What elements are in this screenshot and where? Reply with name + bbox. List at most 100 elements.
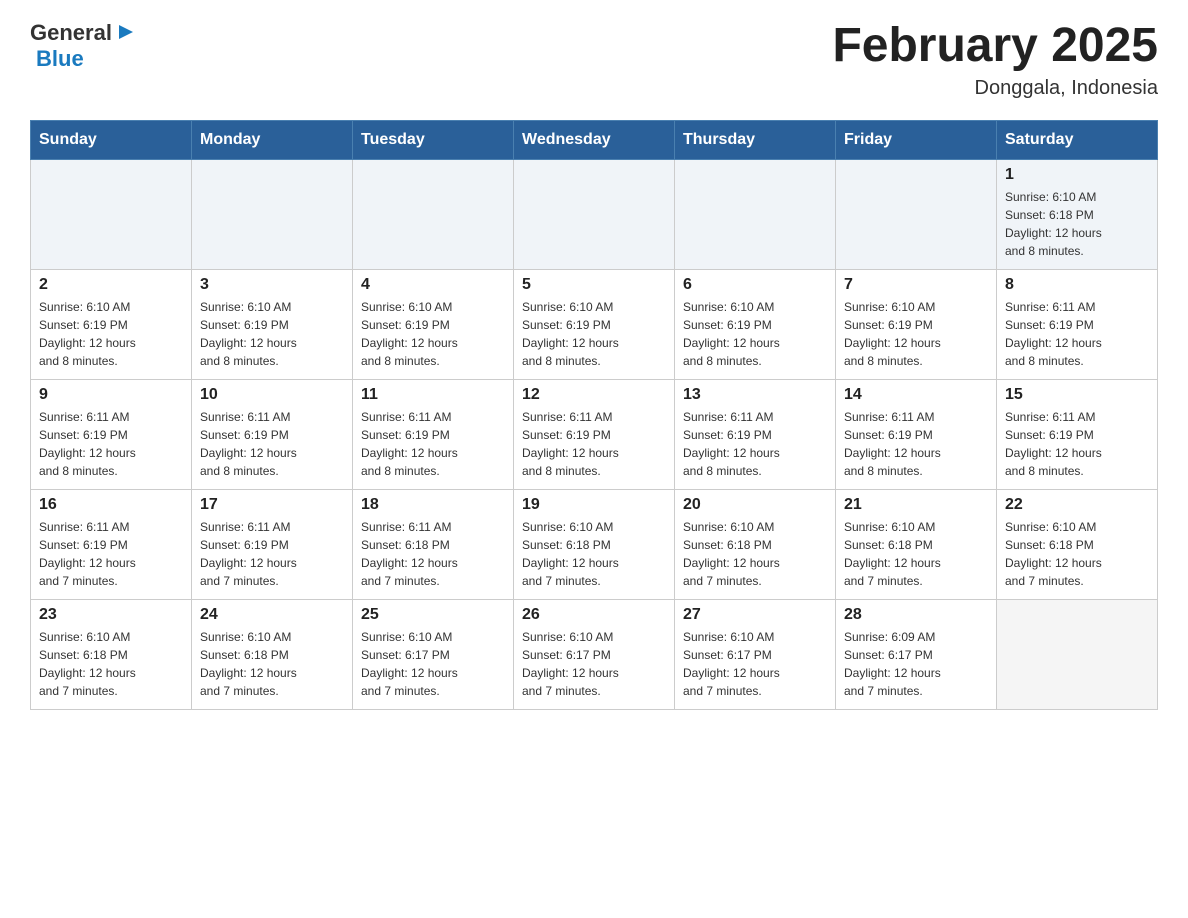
calendar-day-cell: 22 Sunrise: 6:10 AMSunset: 6:18 PMDayligh…	[997, 489, 1158, 599]
calendar-day-cell: 19 Sunrise: 6:10 AMSunset: 6:18 PMDayligh…	[514, 489, 675, 599]
day-sun-info: Sunrise: 6:10 AMSunset: 6:19 PMDaylight:…	[39, 298, 183, 370]
calendar-day-cell: 6 Sunrise: 6:10 AMSunset: 6:19 PMDaylight…	[675, 269, 836, 379]
day-sun-info: Sunrise: 6:09 AMSunset: 6:17 PMDaylight:…	[844, 628, 988, 700]
calendar-day-cell: 2 Sunrise: 6:10 AMSunset: 6:19 PMDaylight…	[31, 269, 192, 379]
calendar-day-cell	[192, 159, 353, 269]
calendar-day-cell: 17Sunrise: 6:11 AMSunset: 6:19 PMDayligh…	[192, 489, 353, 599]
day-number: 25	[361, 606, 505, 624]
calendar-day-cell: 23 Sunrise: 6:10 AMSunset: 6:18 PMDayligh…	[31, 599, 192, 709]
day-sun-info: Sunrise: 6:11 AMSunset: 6:19 PMDaylight:…	[1005, 298, 1149, 370]
calendar-day-cell: 3 Sunrise: 6:10 AMSunset: 6:19 PMDaylight…	[192, 269, 353, 379]
calendar-day-cell: 28 Sunrise: 6:09 AMSunset: 6:17 PMDayligh…	[836, 599, 997, 709]
day-number: 5	[522, 276, 666, 294]
calendar-day-cell: 7 Sunrise: 6:10 AMSunset: 6:19 PMDaylight…	[836, 269, 997, 379]
day-sun-info: Sunrise: 6:11 AMSunset: 6:18 PMDaylight:…	[361, 518, 505, 590]
logo-blue-text: Blue	[36, 46, 84, 72]
calendar-subtitle: Donggala, Indonesia	[832, 77, 1158, 100]
calendar-day-cell	[836, 159, 997, 269]
day-sun-info: Sunrise: 6:10 AMSunset: 6:17 PMDaylight:…	[683, 628, 827, 700]
day-number: 12	[522, 386, 666, 404]
day-sun-info: Sunrise: 6:11 AMSunset: 6:19 PMDaylight:…	[39, 518, 183, 590]
calendar-day-cell: 11 Sunrise: 6:11 AMSunset: 6:19 PMDayligh…	[353, 379, 514, 489]
day-sun-info: Sunrise: 6:11 AMSunset: 6:19 PMDaylight:…	[200, 518, 344, 590]
day-number: 11	[361, 386, 505, 404]
day-number: 18	[361, 496, 505, 514]
calendar-day-cell: 21 Sunrise: 6:10 AMSunset: 6:18 PMDayligh…	[836, 489, 997, 599]
calendar-day-cell: 18 Sunrise: 6:11 AMSunset: 6:18 PMDayligh…	[353, 489, 514, 599]
calendar-week-row: 16Sunrise: 6:11 AMSunset: 6:19 PMDayligh…	[31, 489, 1158, 599]
calendar-day-cell: 4 Sunrise: 6:10 AMSunset: 6:19 PMDaylight…	[353, 269, 514, 379]
day-number: 22	[1005, 496, 1149, 514]
calendar-day-cell: 15 Sunrise: 6:11 AMSunset: 6:19 PMDayligh…	[997, 379, 1158, 489]
day-sun-info: Sunrise: 6:10 AMSunset: 6:17 PMDaylight:…	[522, 628, 666, 700]
day-sun-info: Sunrise: 6:10 AMSunset: 6:18 PMDaylight:…	[844, 518, 988, 590]
day-number: 26	[522, 606, 666, 624]
calendar-day-cell: 13 Sunrise: 6:11 AMSunset: 6:19 PMDayligh…	[675, 379, 836, 489]
logo: General Blue	[30, 20, 135, 72]
day-number: 20	[683, 496, 827, 514]
logo-arrow-icon	[113, 21, 135, 43]
day-number: 3	[200, 276, 344, 294]
day-of-week-header: Sunday	[31, 120, 192, 159]
day-number: 19	[522, 496, 666, 514]
calendar-day-cell: 1 Sunrise: 6:10 AMSunset: 6:18 PMDaylight…	[997, 159, 1158, 269]
day-sun-info: Sunrise: 6:11 AMSunset: 6:19 PMDaylight:…	[361, 408, 505, 480]
day-number: 14	[844, 386, 988, 404]
day-sun-info: Sunrise: 6:10 AMSunset: 6:19 PMDaylight:…	[361, 298, 505, 370]
day-number: 24	[200, 606, 344, 624]
calendar-title: February 2025	[832, 20, 1158, 73]
calendar-day-cell: 9 Sunrise: 6:11 AMSunset: 6:19 PMDaylight…	[31, 379, 192, 489]
day-number: 13	[683, 386, 827, 404]
title-area: February 2025 Donggala, Indonesia	[832, 20, 1158, 100]
day-sun-info: Sunrise: 6:10 AMSunset: 6:18 PMDaylight:…	[200, 628, 344, 700]
calendar-day-cell	[353, 159, 514, 269]
calendar-week-row: 23 Sunrise: 6:10 AMSunset: 6:18 PMDayligh…	[31, 599, 1158, 709]
day-sun-info: Sunrise: 6:10 AMSunset: 6:18 PMDaylight:…	[1005, 518, 1149, 590]
day-sun-info: Sunrise: 6:10 AMSunset: 6:18 PMDaylight:…	[39, 628, 183, 700]
day-of-week-header: Monday	[192, 120, 353, 159]
day-number: 1	[1005, 166, 1149, 184]
day-sun-info: Sunrise: 6:10 AMSunset: 6:19 PMDaylight:…	[522, 298, 666, 370]
calendar-week-row: 9 Sunrise: 6:11 AMSunset: 6:19 PMDaylight…	[31, 379, 1158, 489]
day-sun-info: Sunrise: 6:10 AMSunset: 6:19 PMDaylight:…	[200, 298, 344, 370]
day-number: 6	[683, 276, 827, 294]
calendar-day-cell	[514, 159, 675, 269]
calendar-header-row: SundayMondayTuesdayWednesdayThursdayFrid…	[31, 120, 1158, 159]
day-number: 7	[844, 276, 988, 294]
day-of-week-header: Thursday	[675, 120, 836, 159]
day-of-week-header: Friday	[836, 120, 997, 159]
day-number: 2	[39, 276, 183, 294]
calendar-day-cell: 20Sunrise: 6:10 AMSunset: 6:18 PMDayligh…	[675, 489, 836, 599]
calendar-day-cell: 16Sunrise: 6:11 AMSunset: 6:19 PMDayligh…	[31, 489, 192, 599]
calendar-day-cell: 26 Sunrise: 6:10 AMSunset: 6:17 PMDayligh…	[514, 599, 675, 709]
day-number: 23	[39, 606, 183, 624]
day-number: 4	[361, 276, 505, 294]
calendar-day-cell	[31, 159, 192, 269]
day-sun-info: Sunrise: 6:10 AMSunset: 6:19 PMDaylight:…	[683, 298, 827, 370]
calendar-day-cell: 25 Sunrise: 6:10 AMSunset: 6:17 PMDayligh…	[353, 599, 514, 709]
day-sun-info: Sunrise: 6:10 AMSunset: 6:18 PMDaylight:…	[522, 518, 666, 590]
calendar-day-cell: 5 Sunrise: 6:10 AMSunset: 6:19 PMDaylight…	[514, 269, 675, 379]
calendar-day-cell: 24 Sunrise: 6:10 AMSunset: 6:18 PMDayligh…	[192, 599, 353, 709]
day-sun-info: Sunrise: 6:10 AMSunset: 6:18 PMDaylight:…	[1005, 188, 1149, 260]
day-number: 15	[1005, 386, 1149, 404]
day-sun-info: Sunrise: 6:11 AMSunset: 6:19 PMDaylight:…	[844, 408, 988, 480]
logo-general-text: General	[30, 20, 112, 46]
day-sun-info: Sunrise: 6:11 AMSunset: 6:19 PMDaylight:…	[200, 408, 344, 480]
calendar-day-cell: 12 Sunrise: 6:11 AMSunset: 6:19 PMDayligh…	[514, 379, 675, 489]
calendar-day-cell	[675, 159, 836, 269]
day-number: 9	[39, 386, 183, 404]
day-sun-info: Sunrise: 6:11 AMSunset: 6:19 PMDaylight:…	[683, 408, 827, 480]
day-number: 10	[200, 386, 344, 404]
day-sun-info: Sunrise: 6:10 AMSunset: 6:19 PMDaylight:…	[844, 298, 988, 370]
calendar-day-cell	[997, 599, 1158, 709]
day-sun-info: Sunrise: 6:11 AMSunset: 6:19 PMDaylight:…	[39, 408, 183, 480]
day-of-week-header: Saturday	[997, 120, 1158, 159]
calendar-day-cell: 8Sunrise: 6:11 AMSunset: 6:19 PMDaylight…	[997, 269, 1158, 379]
day-sun-info: Sunrise: 6:11 AMSunset: 6:19 PMDaylight:…	[1005, 408, 1149, 480]
day-sun-info: Sunrise: 6:10 AMSunset: 6:17 PMDaylight:…	[361, 628, 505, 700]
day-number: 21	[844, 496, 988, 514]
day-number: 28	[844, 606, 988, 624]
calendar-week-row: 2 Sunrise: 6:10 AMSunset: 6:19 PMDaylight…	[31, 269, 1158, 379]
day-sun-info: Sunrise: 6:11 AMSunset: 6:19 PMDaylight:…	[522, 408, 666, 480]
